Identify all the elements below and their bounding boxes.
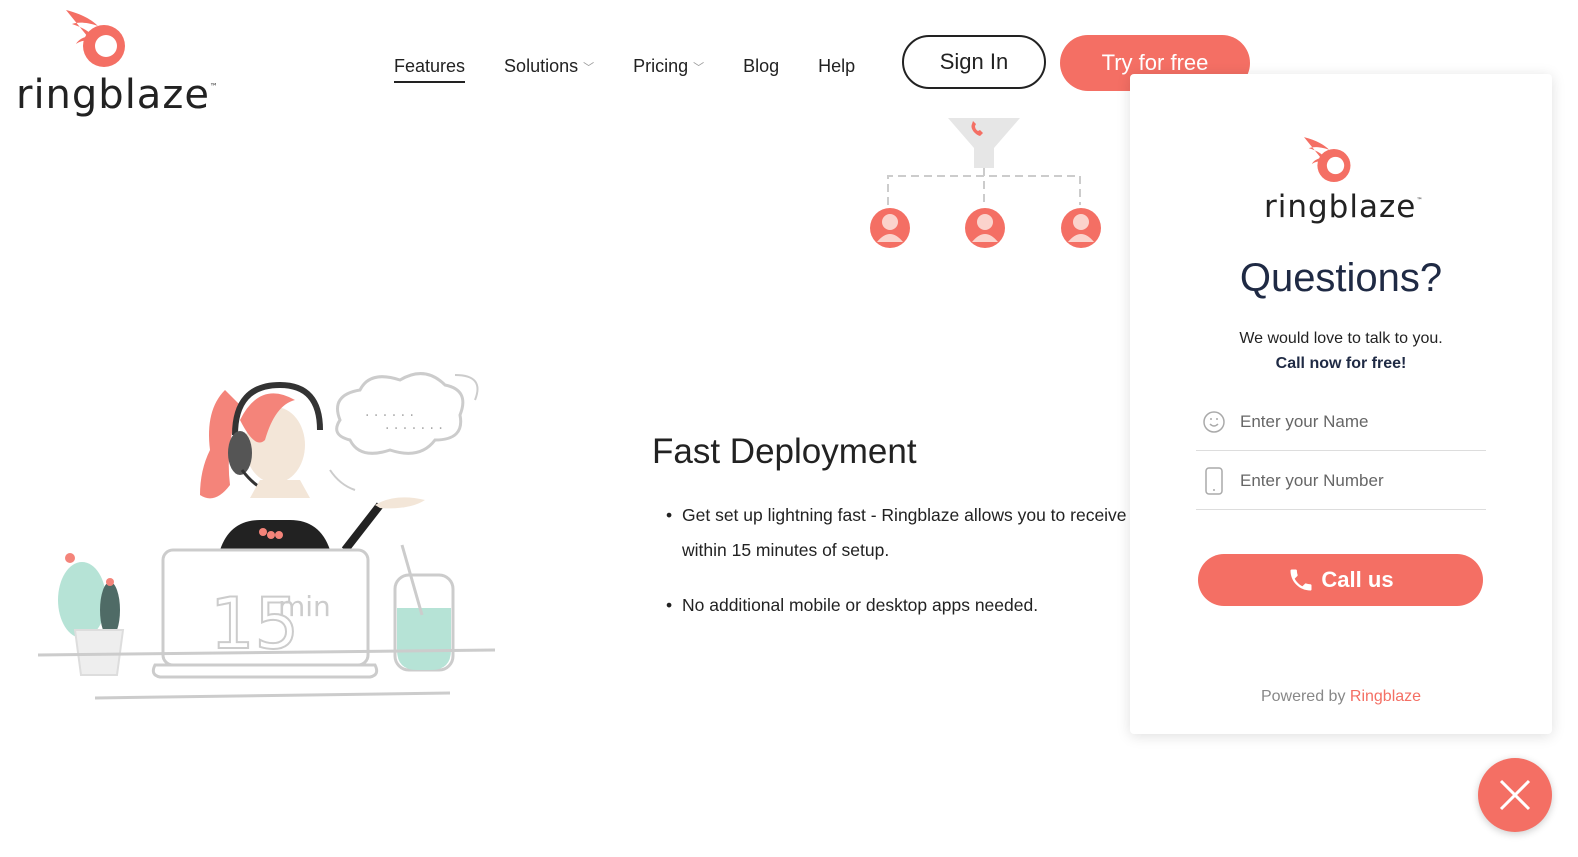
svg-text:· · · · · · ·: · · · · · · · [385,421,443,437]
nav-features[interactable]: Features [394,56,466,83]
agent-avatar-icon [1061,208,1101,248]
laptop-min-text: min [278,590,331,623]
feature-bullet-text: Get set up lightning fast - Ringblaze al… [682,505,1136,525]
mobile-phone-icon [1200,467,1228,495]
feature-bullet: Get set up lightning fast - Ringblaze al… [666,498,1136,568]
close-widget-button[interactable] [1478,758,1552,832]
flame-logo-icon [1304,137,1351,183]
widget-logo: ringblaze™ [1260,134,1430,234]
powered-by-text: Powered by [1260,688,1350,705]
feature-bullet-text: within 15 minutes of setup. [682,540,890,560]
nav-pricing[interactable]: Pricing ﹀ [633,56,704,77]
feature-list: Get set up lightning fast - Ringblaze al… [666,498,1136,638]
main-nav: Features Solutions ﹀ Pricing ﹀ Blog Help [394,50,894,83]
name-input[interactable] [1238,411,1482,433]
nav-help[interactable]: Help [818,56,855,77]
call-us-label: Call us [1321,567,1394,592]
nav-solutions-label: Solutions [504,56,579,76]
fast-deployment-illustration: · · · · · · · · · · · · · 15 min [37,372,496,700]
brand-logo[interactable]: ringblaze™ [14,6,218,121]
brand-name: ringblaze [16,72,210,118]
nav-pricing-label: Pricing [633,56,689,76]
feature-title: Fast Deployment [652,432,917,471]
number-field [1196,453,1486,510]
sign-in-button[interactable]: Sign In [902,35,1046,89]
nav-blog-label: Blog [743,56,780,76]
widget-brand-name: ringblaze [1264,189,1417,225]
widget-subtitle-bold: Call now for free! [1275,355,1407,372]
powered-by: Powered by Ringblaze [1130,688,1552,706]
flame-logo-icon [66,10,125,67]
widget-subtitle: We would love to talk to you. [1239,330,1443,347]
feature-bullet: No additional mobile or desktop apps nee… [666,588,1136,623]
chevron-down-icon: ﹀ [693,61,705,74]
agent-avatar-icon [870,208,910,248]
call-widget-panel: ringblaze™ Questions? We would love to t… [1130,74,1552,734]
name-field [1196,394,1486,451]
chevron-down-icon: ﹀ [583,61,595,74]
nav-blog[interactable]: Blog [743,56,779,77]
phone-icon [1290,569,1312,591]
close-icon [1499,779,1531,811]
trademark: ™ [1416,197,1424,204]
ringblaze-link[interactable]: Ringblaze [1350,688,1421,705]
smiley-icon [1200,408,1228,436]
call-routing-illustration [870,118,1101,248]
widget-title: Questions? [1239,256,1443,300]
agent-avatar-icon [965,208,1005,248]
nav-features-label: Features [394,56,466,76]
call-us-button[interactable]: Call us [1198,554,1483,606]
nav-help-label: Help [818,56,856,76]
feature-bullet-text: No additional mobile or desktop apps nee… [682,595,1039,615]
nav-solutions[interactable]: Solutions ﹀ [504,56,594,77]
number-input[interactable] [1238,470,1482,492]
trademark: ™ [209,82,219,91]
